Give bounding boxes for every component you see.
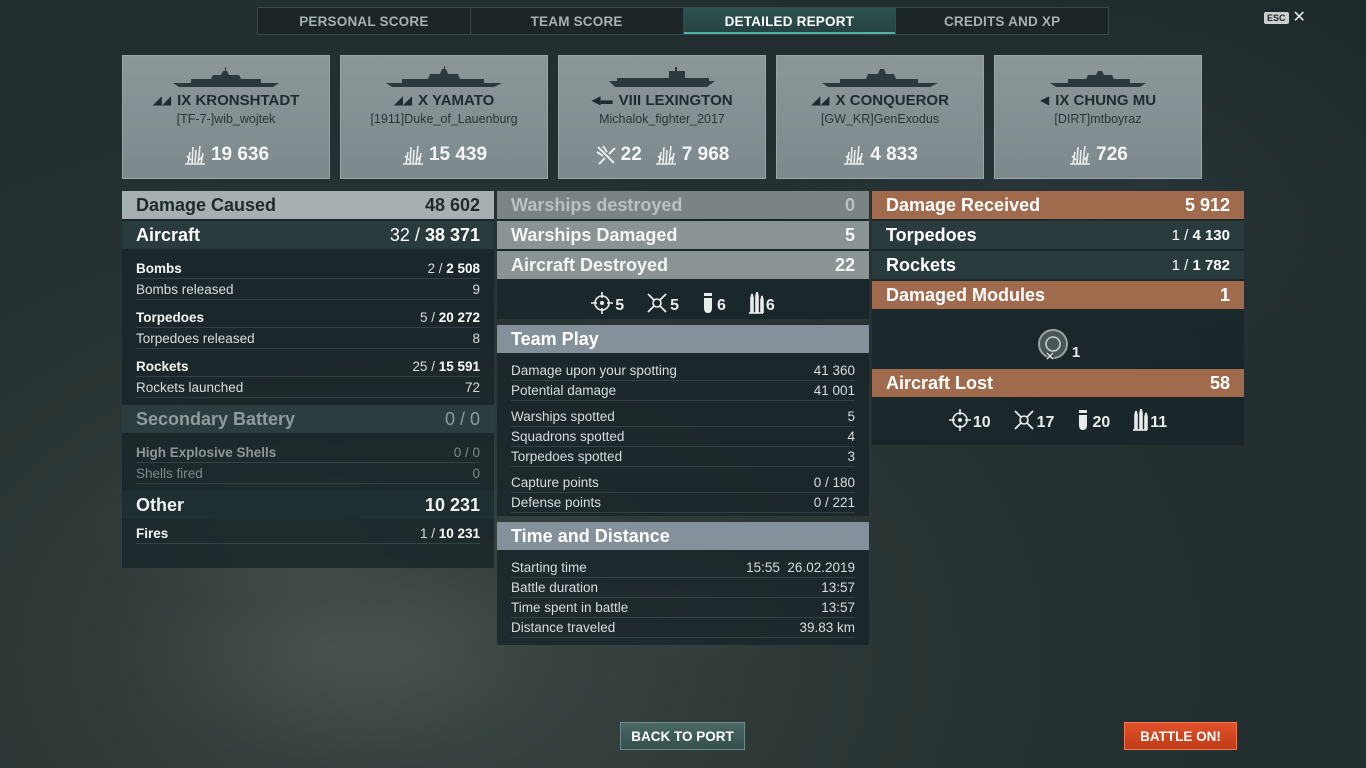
damage-stat: 15 439 [401,144,487,166]
warships-damaged-header: Warships Damaged 5 [497,221,869,249]
tab-personal-score[interactable]: PERSONAL SCORE [258,8,471,34]
warships-destroyed-header: Warships destroyed 0 [497,191,869,219]
planes-destroyed-stat: 22 [595,144,642,166]
damage-stat: 19 636 [183,144,269,166]
tab-credits-xp[interactable]: CREDITS AND XP [896,8,1108,34]
received-torpedoes-row: Torpedoes 1 / 4 130 [872,221,1244,249]
rockets-launched-row: Rockets launched 72 [136,377,480,398]
aircraft-destroyed-icons: 5 5 6 6 [497,292,869,314]
destroyer-silhouette-icon [1050,71,1146,87]
rockets-row: Rockets 25 / 15 591 [136,356,480,377]
fires-row: Fires 1 / 10 231 [136,523,480,544]
close-button[interactable]: ESC ✕ [1264,9,1306,26]
torpedoes-row: Torpedoes 5 / 20 272 [136,307,480,328]
defense-points-row: Defense points 0 / 221 [511,493,855,513]
damage-caused-header: Damage Caused 48 602 [122,191,494,219]
damaged-module-item: 1 [872,309,1244,369]
damage-received-panel: Damage Received 5 912 Torpedoes 1 / 4 130 … [872,191,1244,445]
plane-destroyed-icon [596,145,616,165]
damage-stat: 7 968 [654,144,729,166]
damage-icon [655,145,676,165]
player-name: Michalok_fighter_2017 [599,112,725,126]
dive-bomber-icon [647,293,667,313]
team-play-panel: Team Play Damage upon your spotting 41 36… [497,325,869,516]
rocket-icon [748,292,764,314]
aircraft-header: Aircraft 32 / 38 371 [122,221,494,249]
warships-panel: Warships destroyed 0 Warships Damaged 5 Ai… [497,191,869,319]
damage-icon [402,145,423,165]
player-name: [DIRT]mtboyraz [1054,112,1142,126]
damage-icon [184,145,205,165]
torpedoes-released-row: Torpedoes released 8 [136,328,480,349]
destroyer-class-icon: ◀ [1039,93,1050,107]
bombs-released-row: Bombs released 9 [136,279,480,300]
fighter-icon [948,409,971,431]
dive-bomber-icon [1014,410,1034,430]
battleship-silhouette-icon [386,66,502,87]
received-rockets-row: Rockets 1 / 1 782 [872,251,1244,279]
cruiser-silhouette-icon [173,67,279,87]
aircraft-destroyed-header: Aircraft Destroyed 22 [497,251,869,279]
damaged-modules-header: Damaged Modules 1 [872,281,1244,309]
bomb-icon [1079,410,1088,430]
time-distance-header: Time and Distance [497,522,869,550]
tab-detailed-report[interactable]: DETAILED REPORT [683,8,897,34]
squadrons-spotted-row: Squadrons spotted 4 [511,427,855,447]
esc-key-icon: ESC [1264,12,1289,24]
battleship-class-icon: ◢◢ [393,93,413,107]
bombs-row: Bombs 2 / 2 508 [136,258,480,279]
player-name: [TF-7-]wib_wojtek [176,112,276,126]
ship-card-kronshtadt: ◢◢ IX KRONSHTADT [TF-7-]wib_wojtek 19 636 [122,55,330,179]
starting-time-row: Starting time 15:55 26.02.2019 [511,558,855,578]
carrier-silhouette-icon [609,67,715,87]
damage-spotting-row: Damage upon your spotting 41 360 [511,361,855,381]
damage-icon [1070,145,1091,165]
battle-duration-row: Battle duration 13:57 [511,578,855,598]
potential-damage-row: Potential damage 41 001 [511,381,855,401]
ship-name: ◢◢ X CONQUEROR [811,92,949,109]
ship-card-yamato: ◢◢ X YAMATO [1911]Duke_of_Lauenburg 15 43… [340,55,548,179]
damage-stat: 4 833 [842,144,918,166]
ship-card-lexington: ◀▬ VIII LEXINGTON Michalok_fighter_2017 2… [558,55,766,179]
time-in-battle-row: Time spent in battle 13:57 [511,598,855,618]
he-shells-row: High Explosive Shells 0 / 0 [136,442,480,463]
battleship-silhouette-icon [822,69,938,87]
damage-caused-panel: Damage Caused 48 602 Aircraft 32 / 38 371 … [122,191,494,568]
report-tabs: PERSONAL SCORE TEAM SCORE DETAILED REPOR… [257,7,1109,35]
damage-stat: 726 [1068,144,1128,166]
cruiser-class-icon: ◢◢ [152,93,172,107]
torpedoes-spotted-row: Torpedoes spotted 3 [511,447,855,467]
other-header: Other 10 231 [122,491,494,519]
shells-fired-row: Shells fired 0 [136,463,480,484]
ship-name: ◀ IX CHUNG MU [1039,92,1157,109]
battleship-class-icon: ◢◢ [811,93,830,107]
bomb-icon [704,293,712,313]
ship-name: ◢◢ X YAMATO [393,92,495,109]
ship-name: ◢◢ IX KRONSHTADT [152,92,300,109]
damage-received-header: Damage Received 5 912 [872,191,1244,219]
ship-card-chung-mu: ◀ IX CHUNG MU [DIRT]mtboyraz 726 [994,55,1202,179]
battle-on-button[interactable]: BATTLE ON! [1124,722,1237,750]
secondary-battery-header: Secondary Battery 0 / 0 [122,405,494,433]
player-name: [1911]Duke_of_Lauenburg [370,112,518,126]
capture-points-row: Capture points 0 / 180 [511,473,855,493]
ship-name: ◀▬ VIII LEXINGTON [591,92,733,109]
back-to-port-button[interactable]: BACK TO PORT [620,722,745,750]
damage-icon [844,145,865,165]
distance-row: Distance traveled 39.83 km [511,618,855,638]
warships-spotted-row: Warships spotted 5 [511,407,855,427]
fighter-icon [591,292,614,314]
player-name: [GW_KR]GenExodus [820,112,940,126]
team-play-header: Team Play [497,325,869,353]
module-damaged-icon [1037,329,1068,361]
close-icon: ✕ [1292,9,1306,26]
rocket-icon [1133,409,1149,431]
aircraft-lost-icons: 10 17 20 11 [872,409,1244,431]
aircraft-lost-header: Aircraft Lost 58 [872,369,1244,397]
time-distance-panel: Time and Distance Starting time 15:55 26.… [497,522,869,645]
tab-team-score[interactable]: TEAM SCORE [471,8,684,34]
ship-card-conqueror: ◢◢ X CONQUEROR [GW_KR]GenExodus 4 833 [776,55,984,179]
carrier-class-icon: ◀▬ [591,93,613,107]
